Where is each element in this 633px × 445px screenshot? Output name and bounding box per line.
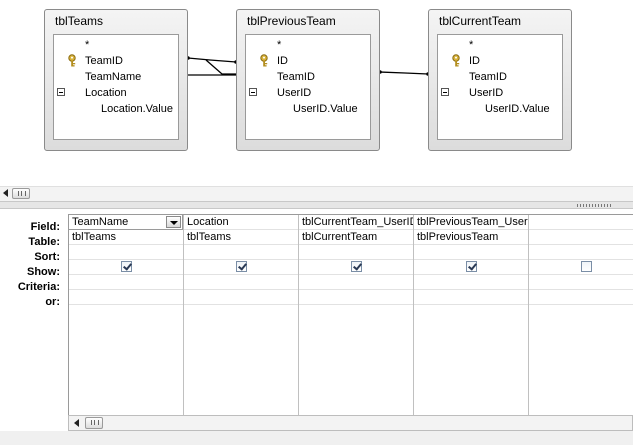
field-row-all[interactable]: * bbox=[469, 37, 473, 53]
or-cell[interactable] bbox=[414, 290, 528, 305]
grid-horizontal-scrollbar[interactable] bbox=[68, 415, 633, 431]
field-row-ID[interactable]: ID bbox=[277, 53, 288, 69]
grid-column[interactable]: tblPreviousTeam_UserID tblPreviousTeam bbox=[414, 215, 529, 421]
sort-cell[interactable] bbox=[299, 245, 413, 260]
grid-column[interactable] bbox=[529, 215, 633, 421]
or-cell[interactable] bbox=[299, 290, 413, 305]
row-label-field: Field: bbox=[30, 221, 60, 233]
field-row-all[interactable]: * bbox=[85, 37, 89, 53]
table-cell[interactable]: tblTeams bbox=[184, 230, 298, 245]
scroll-thumb[interactable] bbox=[12, 188, 30, 199]
field-row-all[interactable]: * bbox=[277, 37, 281, 53]
bottom-margin bbox=[0, 431, 633, 445]
join-line-teamid[interactable] bbox=[187, 57, 237, 63]
checkbox-icon[interactable] bbox=[121, 261, 132, 272]
field-row-TeamID[interactable]: TeamID bbox=[469, 69, 507, 85]
query-diagram-pane[interactable]: tblTeams * TeamID TeamName Location Loca… bbox=[0, 0, 633, 186]
scroll-left-arrow-icon[interactable] bbox=[3, 189, 8, 197]
field-row-TeamID[interactable]: TeamID bbox=[85, 53, 123, 69]
field-cell-text: TeamName bbox=[72, 216, 129, 228]
table-title[interactable]: tblPreviousTeam bbox=[237, 12, 379, 30]
checkbox-icon[interactable] bbox=[351, 261, 362, 272]
table-title[interactable]: tblCurrentTeam bbox=[429, 12, 571, 30]
pane-splitter[interactable] bbox=[0, 201, 633, 209]
table-title[interactable]: tblTeams bbox=[45, 12, 187, 30]
show-cell[interactable] bbox=[299, 260, 413, 275]
field-cell[interactable]: tblCurrentTeam_UserID bbox=[299, 215, 413, 230]
show-cell[interactable] bbox=[529, 260, 633, 275]
or-cell[interactable] bbox=[184, 290, 298, 305]
row-label-show: Show: bbox=[27, 266, 60, 278]
field-list[interactable]: * TeamID TeamName Location Location.Valu… bbox=[53, 34, 179, 140]
criteria-cell[interactable] bbox=[414, 275, 528, 290]
field-row-UserID[interactable]: UserID bbox=[469, 85, 503, 101]
checkbox-icon[interactable] bbox=[466, 261, 477, 272]
or-cell[interactable] bbox=[529, 290, 633, 305]
field-row-Location[interactable]: Location bbox=[85, 85, 127, 101]
sort-cell[interactable] bbox=[529, 245, 633, 260]
checkbox-icon[interactable] bbox=[581, 261, 592, 272]
row-label-sort: Sort: bbox=[34, 251, 60, 263]
collapse-minus-icon[interactable] bbox=[249, 88, 257, 96]
collapse-minus-icon[interactable] bbox=[441, 88, 449, 96]
sort-cell[interactable] bbox=[69, 245, 183, 260]
field-cell[interactable]: tblPreviousTeam_UserID bbox=[414, 215, 528, 230]
sort-cell[interactable] bbox=[184, 245, 298, 260]
show-cell[interactable] bbox=[414, 260, 528, 275]
table-cell[interactable]: tblCurrentTeam bbox=[299, 230, 413, 245]
scroll-left-arrow-icon[interactable] bbox=[74, 419, 79, 427]
field-row-TeamID[interactable]: TeamID bbox=[277, 69, 315, 85]
or-cell[interactable] bbox=[69, 290, 183, 305]
field-row-ID[interactable]: ID bbox=[469, 53, 480, 69]
table-box-tblPreviousTeam[interactable]: tblPreviousTeam * ID TeamID UserID UserI… bbox=[236, 9, 380, 151]
table-box-tblCurrentTeam[interactable]: tblCurrentTeam * ID TeamID UserID UserID… bbox=[428, 9, 572, 151]
field-row-UserID-Value[interactable]: UserID.Value bbox=[293, 101, 358, 117]
grid-column[interactable]: tblCurrentTeam_UserID tblCurrentTeam bbox=[299, 215, 414, 421]
key-icon bbox=[451, 54, 463, 68]
criteria-cell[interactable] bbox=[69, 275, 183, 290]
query-design-grid-pane: Field: Table: Sort: Show: Criteria: or: … bbox=[0, 209, 633, 445]
key-icon bbox=[259, 54, 271, 68]
field-row-UserID-Value[interactable]: UserID.Value bbox=[485, 101, 550, 117]
diagram-horizontal-scrollbar[interactable] bbox=[0, 186, 633, 201]
design-grid[interactable]: TeamName tblTeams Location tblTeams tblC… bbox=[68, 214, 633, 422]
show-cell[interactable] bbox=[184, 260, 298, 275]
checkbox-icon[interactable] bbox=[236, 261, 247, 272]
field-list[interactable]: * ID TeamID UserID UserID.Value bbox=[245, 34, 371, 140]
field-cell[interactable]: Location bbox=[184, 215, 298, 230]
row-label-criteria: Criteria: bbox=[17, 281, 60, 293]
field-cell[interactable]: TeamName bbox=[69, 215, 183, 230]
field-cell[interactable] bbox=[529, 215, 633, 230]
dropdown-arrow-icon[interactable] bbox=[166, 216, 181, 228]
table-box-tblTeams[interactable]: tblTeams * TeamID TeamName Location Loca… bbox=[44, 9, 188, 151]
field-row-UserID[interactable]: UserID bbox=[277, 85, 311, 101]
splitter-grip-icon[interactable] bbox=[577, 204, 611, 207]
join-line-userid[interactable] bbox=[379, 71, 429, 75]
row-label-or: or: bbox=[45, 296, 60, 308]
key-icon bbox=[67, 54, 79, 68]
criteria-cell[interactable] bbox=[299, 275, 413, 290]
criteria-cell[interactable] bbox=[529, 275, 633, 290]
scroll-thumb[interactable] bbox=[85, 417, 103, 429]
sort-cell[interactable] bbox=[414, 245, 528, 260]
show-cell[interactable] bbox=[69, 260, 183, 275]
grid-column[interactable]: TeamName tblTeams bbox=[69, 215, 184, 421]
row-label-table: Table: bbox=[28, 236, 60, 248]
table-cell[interactable] bbox=[529, 230, 633, 245]
table-cell[interactable]: tblTeams bbox=[69, 230, 183, 245]
grid-column[interactable]: Location tblTeams bbox=[184, 215, 299, 421]
field-list[interactable]: * ID TeamID UserID UserID.Value bbox=[437, 34, 563, 140]
criteria-cell[interactable] bbox=[184, 275, 298, 290]
table-cell[interactable]: tblPreviousTeam bbox=[414, 230, 528, 245]
field-row-Location-Value[interactable]: Location.Value bbox=[101, 101, 173, 117]
collapse-minus-icon[interactable] bbox=[57, 88, 65, 96]
field-row-TeamName[interactable]: TeamName bbox=[85, 69, 141, 85]
